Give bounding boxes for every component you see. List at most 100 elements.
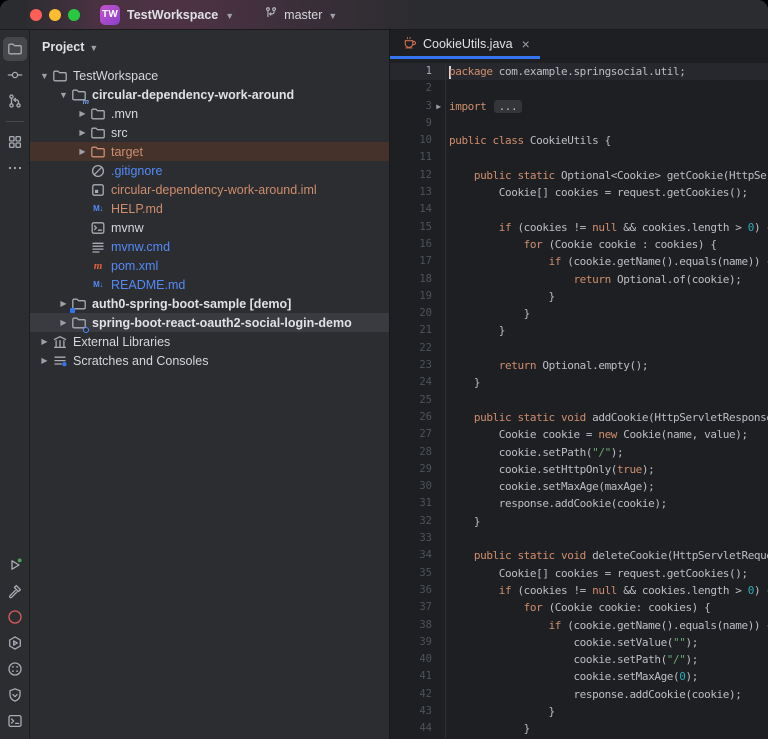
line-number[interactable]: 42	[390, 686, 432, 703]
chevron-right-icon[interactable]: ▶	[37, 337, 52, 346]
line-number[interactable]: 13	[390, 184, 432, 201]
line-number[interactable]: 9	[390, 115, 432, 132]
services-tool-button[interactable]	[3, 631, 27, 655]
code-line-3[interactable]: 3 ▶ import ...	[390, 97, 768, 115]
line-number[interactable]: 40	[390, 651, 432, 668]
code-line-15[interactable]: 15 if (cookies != null && cookies.length…	[390, 218, 768, 236]
code-line-17[interactable]: 17 if (cookie.getName().equals(name)) {	[390, 253, 768, 271]
line-number[interactable]: 27	[390, 426, 432, 443]
code-line-23[interactable]: 23 return Optional.empty();	[390, 357, 768, 375]
line-number[interactable]: 32	[390, 513, 432, 530]
line-number[interactable]: 12	[390, 167, 432, 184]
problems-tool-button[interactable]	[3, 605, 27, 629]
line-number[interactable]: 31	[390, 495, 432, 512]
code-line-13[interactable]: 13 Cookie[] cookies = request.getCookies…	[390, 184, 768, 202]
line-number[interactable]: 28	[390, 444, 432, 461]
code-line-30[interactable]: 30 cookie.setMaxAge(maxAge);	[390, 478, 768, 496]
code-line-27[interactable]: 27 Cookie cookie = new Cookie(name, valu…	[390, 426, 768, 444]
tree-item-pom-xml[interactable]: m pom.xml	[30, 256, 389, 275]
line-number[interactable]: 20	[390, 305, 432, 322]
tree-item-scratches-and-consoles[interactable]: ▶ Scratches and Consoles	[30, 351, 389, 370]
line-number[interactable]: 29	[390, 461, 432, 478]
line-number[interactable]: 1	[390, 63, 432, 80]
code-line-26[interactable]: 26 public static void addCookie(HttpServ…	[390, 408, 768, 427]
chevron-right-icon[interactable]: ▶	[56, 318, 71, 327]
line-number[interactable]: 39	[390, 634, 432, 651]
code-line-2[interactable]: 2	[390, 80, 768, 98]
line-number[interactable]: 36	[390, 582, 432, 599]
branch-switcher[interactable]: master ▼	[264, 6, 337, 23]
code-line-43[interactable]: 43 }	[390, 702, 768, 721]
code-line-35[interactable]: 35 Cookie[] cookies = request.getCookies…	[390, 564, 768, 582]
chevron-right-icon[interactable]: ▶	[75, 128, 90, 137]
code-line-28[interactable]: 28 cookie.setPath("/");	[390, 443, 768, 461]
build-tool-button[interactable]	[3, 579, 27, 603]
line-number[interactable]: 10	[390, 132, 432, 149]
code-line-21[interactable]: 21 }	[390, 322, 768, 340]
chevron-right-icon[interactable]: ▶	[75, 147, 90, 156]
tree-item-auth0-spring-boot-sample[interactable]: ▶ auth0-spring-boot-sample [demo]	[30, 294, 389, 313]
code-line-14[interactable]: 14	[390, 201, 768, 219]
structure-tool-button[interactable]	[3, 130, 27, 154]
vcs-tool-button[interactable]	[3, 89, 27, 113]
code-viewport[interactable]: 1 package com.example.springsocial.util; 2…	[390, 59, 768, 739]
line-number[interactable]: 25	[390, 392, 432, 409]
line-number[interactable]: 2	[390, 80, 432, 97]
line-number[interactable]: 33	[390, 530, 432, 547]
code-line-33[interactable]: 33	[390, 530, 768, 548]
line-number[interactable]: 44	[390, 720, 432, 737]
tree-item-target[interactable]: ▶ target	[30, 142, 389, 161]
line-number[interactable]: 22	[390, 340, 432, 357]
line-number[interactable]: 38	[390, 617, 432, 634]
dependencies-tool-button[interactable]	[3, 683, 27, 707]
code-line-37[interactable]: 37 for (Cookie cookie: cookies) {	[390, 599, 768, 617]
tree-item-src[interactable]: ▶ src	[30, 123, 389, 142]
code-line-16[interactable]: 16 for (Cookie cookie : cookies) {	[390, 235, 768, 254]
line-number[interactable]: 19	[390, 288, 432, 305]
line-number[interactable]: 35	[390, 565, 432, 582]
line-number[interactable]: 3	[390, 98, 432, 115]
line-number[interactable]: 30	[390, 478, 432, 495]
line-number[interactable]: 23	[390, 357, 432, 374]
code-line-31[interactable]: 31 response.addCookie(cookie);	[390, 495, 768, 513]
code-line-18[interactable]: 18 return Optional.of(cookie);	[390, 270, 768, 288]
code-line-39[interactable]: 39 cookie.setValue("");	[390, 633, 768, 652]
code-line-38[interactable]: 38 if (cookie.getName().equals(name)) {	[390, 616, 768, 634]
tree-item-mvn[interactable]: ▶ .mvn	[30, 104, 389, 123]
terminal-tool-button[interactable]	[3, 709, 27, 733]
fold-collapsed-icon[interactable]: ▶	[432, 97, 446, 115]
code-line-40[interactable]: 40 cookie.setPath("/");	[390, 651, 768, 669]
close-window-button[interactable]	[30, 8, 42, 21]
chevron-down-icon[interactable]: ▼	[37, 71, 52, 81]
code-line-11[interactable]: 11	[390, 149, 768, 167]
line-number[interactable]: 43	[390, 703, 432, 720]
code-line-32[interactable]: 32 }	[390, 512, 768, 531]
code-line-44[interactable]: 44 }	[390, 720, 768, 738]
coverage-tool-button[interactable]	[3, 657, 27, 681]
tree-item-spring-boot-react-oauth2-social-login-demo[interactable]: ▶ spring-boot-react-oauth2-social-login-d…	[30, 313, 389, 333]
chevron-right-icon[interactable]: ▶	[37, 356, 52, 365]
code-line-29[interactable]: 29 cookie.setHttpOnly(true);	[390, 460, 768, 479]
line-number[interactable]: 16	[390, 236, 432, 253]
project-switcher[interactable]: TW TestWorkspace ▼	[100, 4, 234, 25]
code-line-19[interactable]: 19 }	[390, 287, 768, 306]
line-number[interactable]: 26	[390, 409, 432, 426]
code-line-25[interactable]: 25	[390, 391, 768, 409]
code-line-41[interactable]: 41 cookie.setMaxAge(0);	[390, 668, 768, 686]
tree-item-mvnw[interactable]: mvnw	[30, 218, 389, 237]
code-line-36[interactable]: 36 if (cookies != null && cookies.length…	[390, 581, 768, 600]
zoom-window-button[interactable]	[68, 8, 80, 21]
tree-item-help-md[interactable]: M↓ HELP.md	[30, 199, 389, 218]
tree-item-gitignore[interactable]: .gitignore	[30, 161, 389, 180]
line-number[interactable]: 14	[390, 201, 432, 218]
minimize-window-button[interactable]	[49, 8, 61, 21]
project-panel-header[interactable]: Project ▼	[30, 30, 389, 64]
tree-item-readme-md[interactable]: M↓ README.md	[30, 275, 389, 294]
project-tool-button[interactable]	[2, 37, 27, 61]
line-number[interactable]: 37	[390, 599, 432, 616]
line-number[interactable]: 18	[390, 271, 432, 288]
tree-item-circular-dependency-work-around[interactable]: ▼ m circular-dependency-work-around	[30, 85, 389, 106]
line-number[interactable]: 21	[390, 322, 432, 339]
tree-item-mvnw-cmd[interactable]: mvnw.cmd	[30, 237, 389, 256]
code-line-34[interactable]: 34 public static void deleteCookie(HttpS…	[390, 547, 768, 565]
